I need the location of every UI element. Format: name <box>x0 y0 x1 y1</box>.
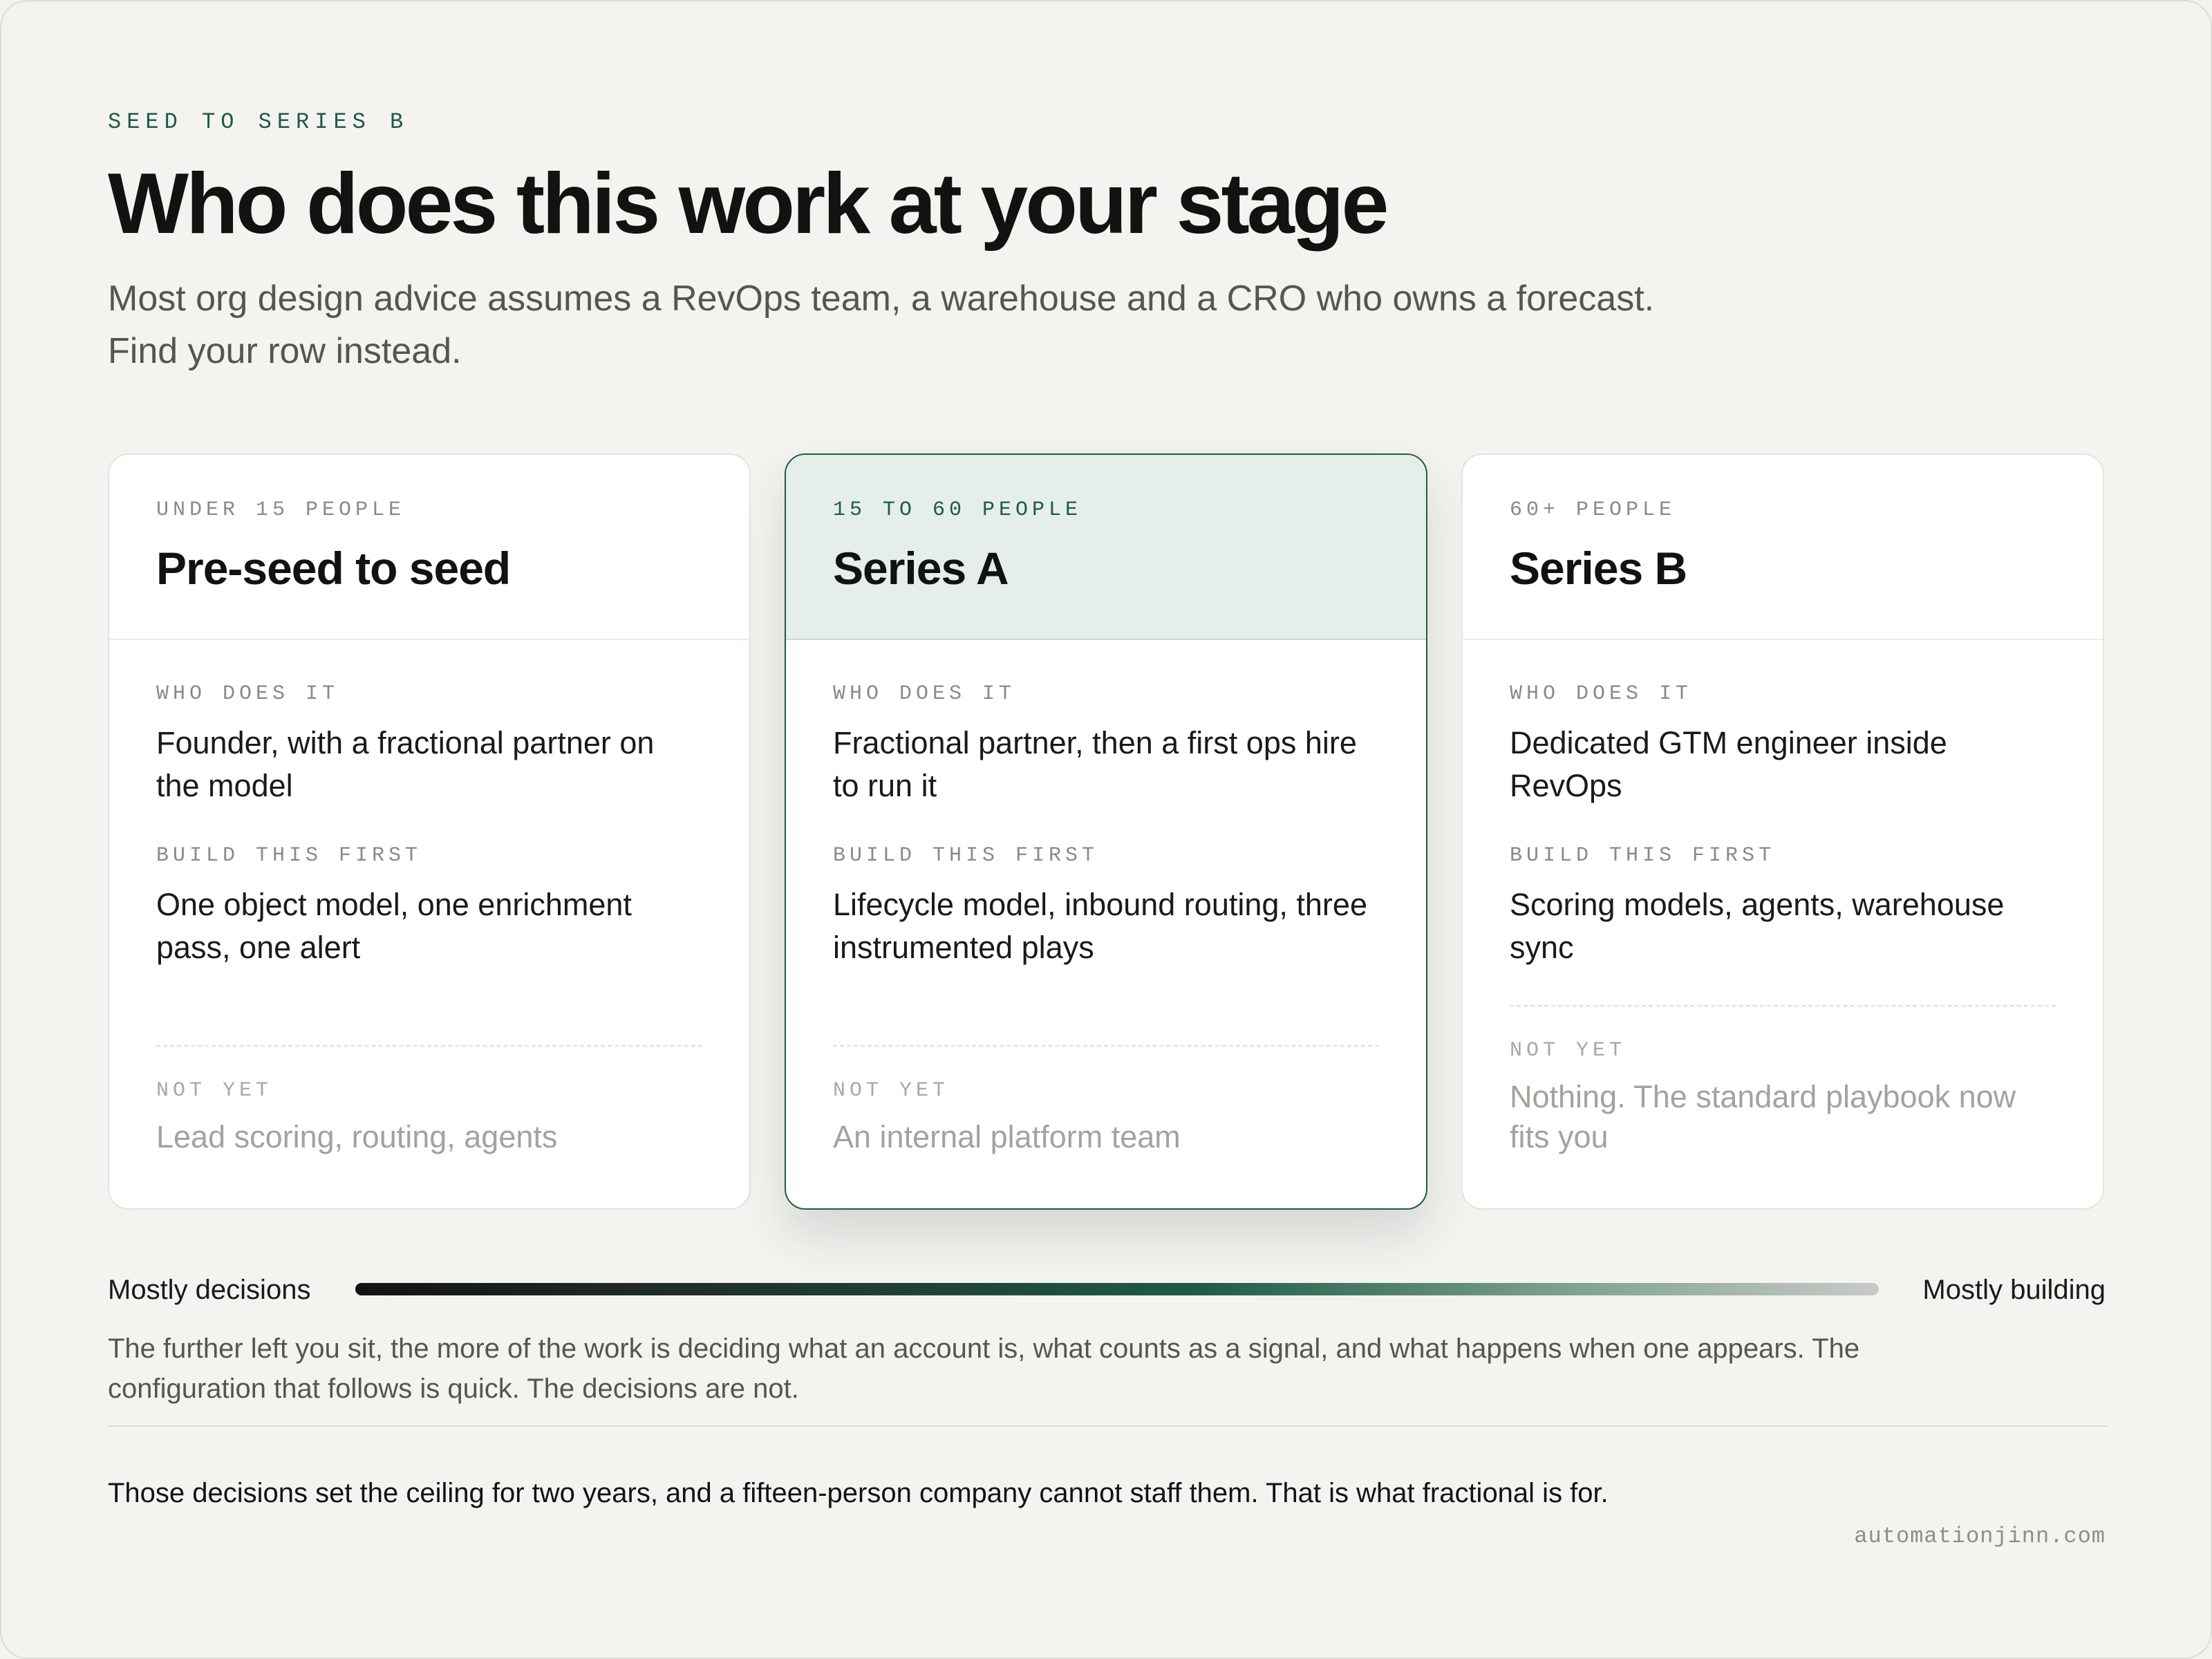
subtitle-line-2: Find your row instead. <box>108 331 462 371</box>
stage-card-series-a: 15 TO 60 PEOPLE Series A WHO DOES IT Fra… <box>785 453 1427 1210</box>
card-divider <box>1510 1005 2056 1006</box>
build-label: BUILD THIS FIRST <box>833 844 1099 868</box>
site-url: automationjinn.com <box>1854 1524 2106 1549</box>
card-size-tag: 60+ PEOPLE <box>1510 498 1676 522</box>
who-label: WHO DOES IT <box>833 682 1016 706</box>
card-header: UNDER 15 PEOPLE Pre-seed to seed <box>109 455 749 640</box>
card-size-tag: UNDER 15 PEOPLE <box>156 498 406 522</box>
who-label: WHO DOES IT <box>156 682 339 706</box>
build-text: One object model, one enrichment pass, o… <box>156 887 632 965</box>
eyebrow-label: SEED TO SERIES B <box>108 109 409 135</box>
card-body: WHO DOES IT Fractional partner, then a f… <box>786 640 1426 1157</box>
card-title: Pre-seed to seed <box>156 543 511 594</box>
stage-card-preseed: UNDER 15 PEOPLE Pre-seed to seed WHO DOE… <box>108 453 751 1210</box>
card-title: Series B <box>1510 543 1687 594</box>
spectrum-note: The further left you sit, the more of th… <box>108 1333 1860 1404</box>
subtitle-line-1: Most org design advice assumes a RevOps … <box>108 279 1655 319</box>
spectrum-gradient-bar <box>355 1283 1879 1295</box>
who-label: WHO DOES IT <box>1510 682 1693 706</box>
spectrum-left-label: Mostly decisions <box>108 1275 311 1305</box>
card-size-tag: 15 TO 60 PEOPLE <box>833 498 1082 522</box>
section-divider <box>108 1425 2107 1427</box>
page-title: Who does this work at your stage <box>108 156 1389 252</box>
not-yet-label: NOT YET <box>1510 1039 1627 1062</box>
card-title: Series A <box>833 543 1009 594</box>
not-yet-label: NOT YET <box>833 1079 950 1103</box>
card-divider <box>833 1045 1379 1047</box>
card-divider <box>156 1045 702 1047</box>
not-yet-text: Nothing. The standard playbook now fits … <box>1510 1079 2016 1154</box>
card-header: 60+ PEOPLE Series B <box>1463 455 2103 640</box>
who-text: Founder, with a fractional partner on th… <box>156 725 655 803</box>
infographic-frame: SEED TO SERIES B Who does this work at y… <box>0 0 2212 1659</box>
build-label: BUILD THIS FIRST <box>1510 844 1776 868</box>
closing-statement: Those decisions set the ceiling for two … <box>108 1478 1609 1508</box>
build-label: BUILD THIS FIRST <box>156 844 422 868</box>
card-header: 15 TO 60 PEOPLE Series A <box>786 455 1426 640</box>
not-yet-text: An internal platform team <box>833 1119 1181 1154</box>
who-text: Fractional partner, then a first ops hir… <box>833 725 1357 803</box>
not-yet-label: NOT YET <box>156 1079 273 1103</box>
build-text: Scoring models, agents, warehouse sync <box>1510 887 2005 965</box>
spectrum-right-label: Mostly building <box>1922 1275 2106 1305</box>
card-body: WHO DOES IT Dedicated GTM engineer insid… <box>1463 640 2103 1157</box>
stage-card-series-b: 60+ PEOPLE Series B WHO DOES IT Dedicate… <box>1461 453 2104 1210</box>
page-subtitle: Most org design advice assumes a RevOps … <box>108 272 1877 377</box>
who-text: Dedicated GTM engineer inside RevOps <box>1510 725 1947 803</box>
card-body: WHO DOES IT Founder, with a fractional p… <box>109 640 749 1157</box>
build-text: Lifecycle model, inbound routing, three … <box>833 887 1367 965</box>
not-yet-text: Lead scoring, routing, agents <box>156 1119 558 1154</box>
